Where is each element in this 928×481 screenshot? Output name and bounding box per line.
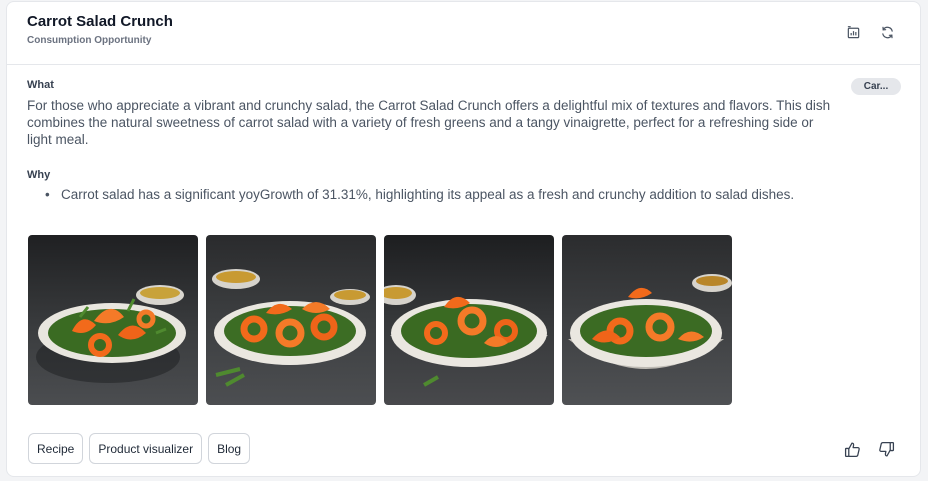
action-bar: Recipe Product visualizer Blog bbox=[28, 433, 251, 464]
card-subtitle: Consumption Opportunity bbox=[27, 35, 152, 46]
carrot-salad-image-3[interactable] bbox=[384, 235, 554, 405]
card-title: Carrot Salad Crunch bbox=[27, 13, 173, 30]
what-description: For those who appreciate a vibrant and c… bbox=[27, 98, 831, 147]
refresh-button[interactable] bbox=[877, 22, 897, 42]
card-header: Carrot Salad Crunch Consumption Opportun… bbox=[7, 2, 920, 65]
category-tag[interactable]: Car... bbox=[851, 78, 901, 95]
refresh-icon bbox=[881, 26, 893, 38]
why-bullet: Carrot salad has a significant yoyGrowth… bbox=[45, 186, 794, 203]
recipe-button[interactable]: Recipe bbox=[28, 433, 84, 464]
chart-export-button[interactable] bbox=[843, 22, 863, 42]
thumbs-down-icon bbox=[878, 441, 894, 457]
what-label: What bbox=[27, 79, 54, 91]
thumbs-up-icon bbox=[844, 441, 860, 457]
product-visualizer-button[interactable]: Product visualizer bbox=[89, 433, 203, 464]
opportunity-card: Carrot Salad Crunch Consumption Opportun… bbox=[6, 1, 921, 477]
thumbs-down-button[interactable] bbox=[876, 439, 896, 459]
why-label: Why bbox=[27, 169, 51, 181]
thumbs-up-button[interactable] bbox=[842, 439, 862, 459]
image-gallery bbox=[28, 235, 732, 405]
carrot-salad-image-1[interactable] bbox=[28, 235, 198, 405]
chart-export-icon bbox=[847, 25, 859, 38]
carrot-salad-image-4[interactable] bbox=[562, 235, 732, 405]
blog-button[interactable]: Blog bbox=[208, 433, 251, 464]
carrot-salad-image-2[interactable] bbox=[206, 235, 376, 405]
why-list: Carrot salad has a significant yoyGrowth… bbox=[45, 186, 794, 203]
